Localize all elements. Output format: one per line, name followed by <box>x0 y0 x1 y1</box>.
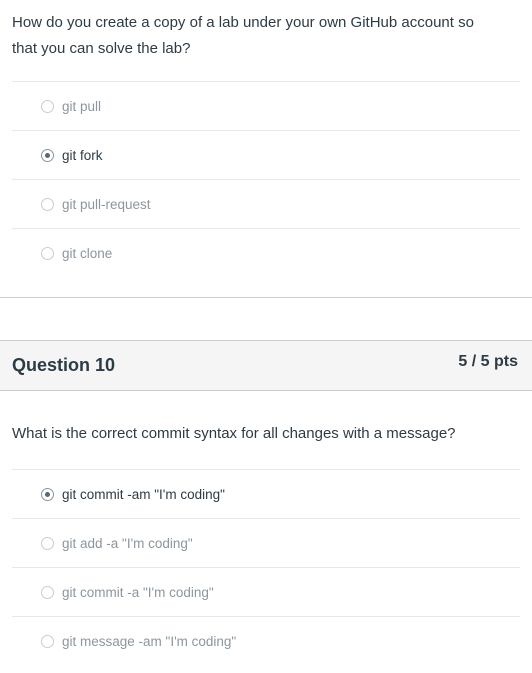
answer-label: git commit -a "I'm coding" <box>62 584 214 600</box>
answer-label: git pull-request <box>62 196 151 212</box>
answer-git-commit-a[interactable]: git commit -a "I'm coding" <box>12 567 520 616</box>
question-9-answers: git pull git fork git pull-request git c… <box>12 81 520 277</box>
answer-label: git add -a "I'm coding" <box>62 535 193 551</box>
question-points: 5 / 5 pts <box>458 352 518 370</box>
question-9-block: How do you create a copy of a lab under … <box>0 0 532 297</box>
question-10-text: What is the correct commit syntax for al… <box>12 425 456 442</box>
answer-git-pull[interactable]: git pull <box>12 81 520 130</box>
question-10-answers: git commit -am "I'm coding" git add -a "… <box>12 469 520 665</box>
radio-button-icon[interactable] <box>41 634 54 648</box>
answer-label: git clone <box>62 245 113 261</box>
answer-git-fork[interactable]: git fork <box>12 130 520 179</box>
radio-button-icon[interactable] <box>41 585 54 599</box>
radio-dot-icon <box>45 491 50 497</box>
question-header: Question 10 5 / 5 pts <box>0 340 532 391</box>
radio-button-checked-icon[interactable] <box>41 148 54 162</box>
question-title: Question 10 <box>12 355 116 375</box>
radio-button-checked-icon[interactable] <box>41 487 54 501</box>
answer-git-pull-request[interactable]: git pull-request <box>12 179 520 228</box>
radio-button-icon[interactable] <box>41 246 54 260</box>
radio-button-icon[interactable] <box>41 99 54 113</box>
answer-git-message-am[interactable]: git message -am "I'm coding" <box>12 616 520 665</box>
answer-label: git commit -am "I'm coding" <box>62 486 225 502</box>
answer-label: git pull <box>62 98 102 114</box>
radio-button-icon[interactable] <box>41 197 54 211</box>
answer-git-clone[interactable]: git clone <box>12 228 520 277</box>
radio-dot-icon <box>45 152 50 158</box>
radio-button-icon[interactable] <box>41 536 54 550</box>
question-9-text: How do you create a copy of a lab under … <box>12 14 474 57</box>
question-10-block: Question 10 5 / 5 pts What is the correc… <box>0 340 532 665</box>
answer-git-commit-am[interactable]: git commit -am "I'm coding" <box>12 469 520 518</box>
answer-label: git fork <box>62 147 103 163</box>
answer-label: git message -am "I'm coding" <box>62 633 237 649</box>
answer-git-add-a[interactable]: git add -a "I'm coding" <box>12 518 520 567</box>
question-divider <box>0 297 532 340</box>
